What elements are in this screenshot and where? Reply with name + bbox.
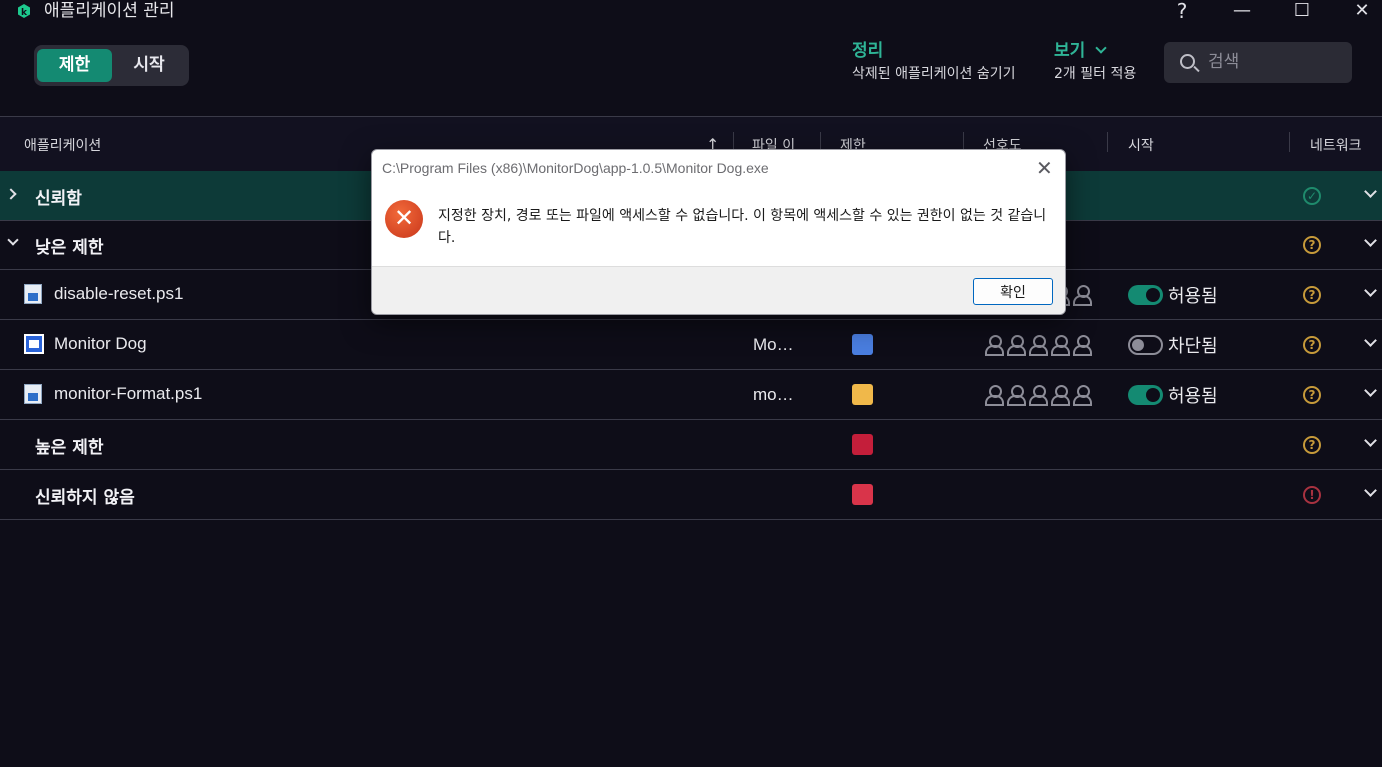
startup-toggle[interactable] xyxy=(1128,385,1163,405)
dialog-message: 지정한 장치, 경로 또는 파일에 액세스할 수 없습니다. 이 항목에 액세스… xyxy=(438,208,1047,246)
sort-label: 정리 xyxy=(852,41,884,61)
file-name: mo… xyxy=(753,385,794,404)
preference-rating[interactable] xyxy=(983,383,1093,406)
monitor-dog-app-icon xyxy=(24,334,44,354)
network-question-icon[interactable]: ? xyxy=(1303,236,1321,254)
person-icon xyxy=(1005,383,1027,406)
view-control[interactable]: 보기 2개 필터 적용 xyxy=(1054,40,1136,85)
search-box[interactable] xyxy=(1164,42,1352,83)
startup-status: 허용됨 xyxy=(1168,386,1218,407)
group-row-high-restriction[interactable]: 높은 제한 ? xyxy=(0,420,1382,470)
startup-toggle[interactable] xyxy=(1128,335,1163,355)
shield-k-icon: k xyxy=(18,4,30,18)
column-divider[interactable] xyxy=(1107,132,1108,152)
table-row[interactable]: Monitor Dog Mo… 차단됨 ? xyxy=(0,320,1382,370)
dialog-footer: 확인 xyxy=(372,266,1065,314)
dialog-close-button[interactable]: ✕ xyxy=(1036,156,1053,180)
ok-button[interactable]: 확인 xyxy=(973,278,1053,305)
person-icon xyxy=(1005,333,1027,356)
chevron-down-icon[interactable] xyxy=(1364,434,1377,447)
network-warning-icon[interactable]: ! xyxy=(1303,486,1321,504)
person-icon xyxy=(1049,383,1071,406)
app-name: monitor-Format.ps1 xyxy=(54,384,203,403)
table-row[interactable]: monitor-Format.ps1 mo… 허용됨 ? xyxy=(0,370,1382,420)
chevron-down-icon[interactable] xyxy=(1364,284,1377,297)
restriction-indicator[interactable] xyxy=(852,484,873,505)
chevron-down-icon[interactable] xyxy=(1364,484,1377,497)
chevron-down-icon[interactable] xyxy=(1364,334,1377,347)
help-button[interactable]: ? xyxy=(1162,0,1202,24)
window-title: 애플리케이션 관리 xyxy=(44,1,175,21)
startup-status: 차단됨 xyxy=(1168,336,1218,357)
network-question-icon[interactable]: ? xyxy=(1303,336,1321,354)
person-icon xyxy=(1071,283,1093,306)
search-input[interactable] xyxy=(1208,49,1338,75)
network-question-icon[interactable]: ? xyxy=(1303,286,1321,304)
app-name: disable-reset.ps1 xyxy=(54,284,184,303)
group-row-untrusted[interactable]: 신뢰하지 않음 ! xyxy=(0,470,1382,520)
group-label: 높은 제한 xyxy=(35,438,104,458)
chevron-down-icon[interactable] xyxy=(1364,384,1377,397)
chevron-right-icon[interactable] xyxy=(5,188,17,200)
restriction-indicator[interactable] xyxy=(852,384,873,405)
script-file-icon xyxy=(24,384,42,404)
column-application[interactable]: 애플리케이션 xyxy=(24,135,101,155)
mode-segmented-control: 제한 시작 xyxy=(34,45,189,86)
segment-restriction[interactable]: 제한 xyxy=(37,49,112,82)
person-icon xyxy=(983,333,1005,356)
group-label: 신뢰하지 않음 xyxy=(35,488,135,508)
script-file-icon xyxy=(24,284,42,304)
search-icon xyxy=(1180,54,1195,69)
network-check-icon: ✓ xyxy=(1303,187,1321,205)
file-name: Mo… xyxy=(753,335,794,354)
preference-rating[interactable] xyxy=(983,333,1093,356)
person-icon xyxy=(1049,333,1071,356)
chevron-down-icon[interactable] xyxy=(1364,185,1377,198)
app-name: Monitor Dog xyxy=(54,334,147,353)
column-divider[interactable] xyxy=(1289,132,1290,152)
group-label: 낮은 제한 xyxy=(35,238,104,258)
person-icon xyxy=(1071,383,1093,406)
startup-status: 허용됨 xyxy=(1168,286,1218,307)
close-window-button[interactable]: ✕ xyxy=(1342,0,1382,24)
network-question-icon[interactable]: ? xyxy=(1303,436,1321,454)
startup-toggle[interactable] xyxy=(1128,285,1163,305)
group-label: 신뢰함 xyxy=(35,189,82,209)
error-dialog: C:\Program Files (x86)\MonitorDog\app-1.… xyxy=(371,149,1066,315)
chevron-down-icon[interactable] xyxy=(1364,234,1377,247)
person-icon xyxy=(1027,383,1049,406)
title-bar: k 애플리케이션 관리 ? — ☐ ✕ xyxy=(0,0,1382,24)
chevron-down-icon[interactable] xyxy=(7,234,19,246)
person-icon xyxy=(983,383,1005,406)
view-value: 2개 필터 적용 xyxy=(1054,66,1137,82)
restriction-indicator[interactable] xyxy=(852,334,873,355)
error-icon: ✕ xyxy=(385,200,423,238)
maximize-button[interactable]: ☐ xyxy=(1282,0,1322,24)
column-startup[interactable]: 시작 xyxy=(1128,135,1154,155)
sort-control[interactable]: 정리 삭제된 애플리케이션 숨기기 xyxy=(852,40,1015,85)
restriction-indicator[interactable] xyxy=(852,434,873,455)
column-network[interactable]: 네트워크 xyxy=(1310,135,1362,155)
segment-startup[interactable]: 시작 xyxy=(113,49,185,82)
sort-value: 삭제된 애플리케이션 숨기기 xyxy=(852,66,1016,82)
person-icon xyxy=(1027,333,1049,356)
person-icon xyxy=(1071,333,1093,356)
dialog-body: ✕ 지정한 장치, 경로 또는 파일에 액세스할 수 없습니다. 이 항목에 액… xyxy=(372,187,1065,266)
view-label: 보기 xyxy=(1054,41,1086,61)
svg-text:k: k xyxy=(21,8,28,18)
chevron-down-icon xyxy=(1095,42,1107,54)
minimize-button[interactable]: — xyxy=(1222,0,1262,24)
network-question-icon[interactable]: ? xyxy=(1303,386,1321,404)
dialog-title: C:\Program Files (x86)\MonitorDog\app-1.… xyxy=(382,160,769,176)
